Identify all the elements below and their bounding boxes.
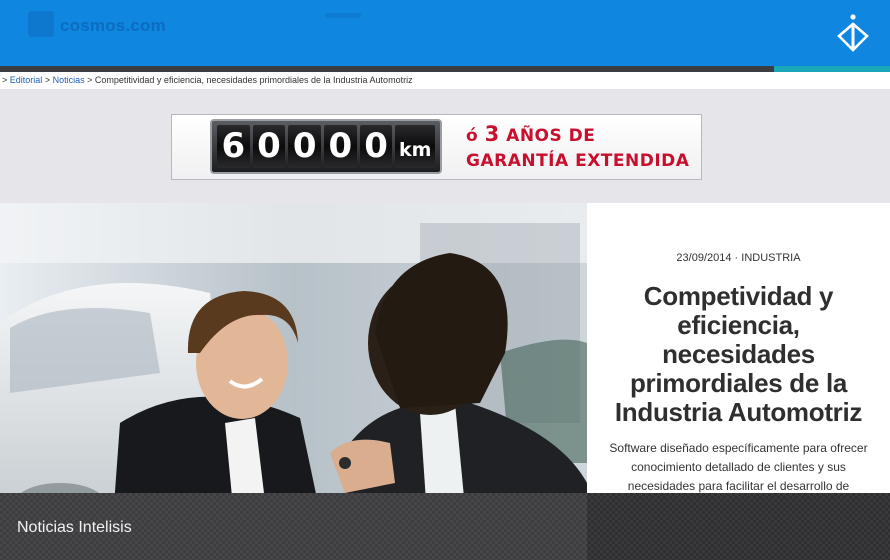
meta-separator: ·: [734, 252, 739, 264]
odometer-digit: 0: [252, 125, 286, 168]
article-headline[interactable]: Competividad y eficiencia, necesidades p…: [599, 282, 878, 427]
section-title: Noticias Intelisis: [17, 519, 132, 536]
breadcrumb-link-editorial[interactable]: Editorial: [10, 75, 43, 85]
ad-line-1-number: 3: [484, 122, 500, 146]
odometer-digit: 0: [359, 125, 393, 168]
odometer-graphic: 6 0 0 0 0 km: [210, 119, 442, 174]
breadcrumb-current: Competitividad y eficiencia, necesidades…: [94, 75, 413, 85]
odometer-digit: 6: [217, 125, 250, 168]
intelisis-logo-icon[interactable]: [836, 14, 870, 52]
breadcrumb-separator: >: [2, 75, 8, 85]
article-meta: 23/09/2014 · INDUSTRIA: [599, 252, 878, 264]
ad-line-1-suffix: AÑOS DE: [506, 126, 596, 146]
section-footer-band: Noticias Intelisis: [0, 493, 890, 560]
ad-warranty-text: ó 3 AÑOS DE GARANTÍA EXTENDIDA: [466, 122, 689, 174]
faded-site-logo: cosmos.com: [28, 11, 166, 37]
faded-logo-text: cosmos.com: [60, 16, 166, 35]
breadcrumb-link-news[interactable]: Noticias: [53, 75, 85, 85]
ad-line-1: ó 3 AÑOS DE: [466, 122, 689, 149]
article-date: 23/09/2014: [676, 252, 732, 264]
breadcrumb: > Editorial > Noticias > Competitividad …: [0, 72, 890, 89]
article-card[interactable]: 23/09/2014 · INDUSTRIA Competividad y ef…: [587, 203, 890, 512]
ad-line-1-prefix: ó: [466, 126, 479, 146]
breadcrumb-separator: >: [44, 75, 51, 85]
article-category[interactable]: INDUSTRIA: [741, 252, 800, 264]
faded-menu-bar: [325, 13, 361, 18]
odometer-digit: 0: [288, 125, 322, 168]
faded-logo-mark: [28, 11, 54, 37]
ad-banner[interactable]: 6 0 0 0 0 km ó 3 AÑOS DE GARANTÍA EXTEND…: [171, 114, 702, 180]
breadcrumb-separator: >: [87, 75, 93, 85]
odometer-digit: 0: [324, 125, 357, 168]
odometer-unit: km: [395, 125, 435, 168]
ad-line-2: GARANTÍA EXTENDIDA: [466, 151, 690, 171]
site-header: cosmos.com: [0, 0, 890, 66]
